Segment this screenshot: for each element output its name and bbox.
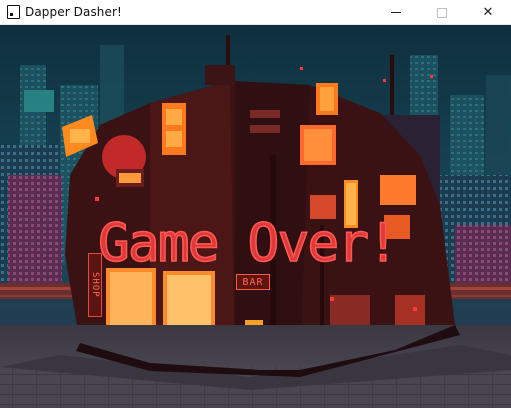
close-icon: ✕ [482,5,494,20]
close-button[interactable]: ✕ [465,0,511,25]
shop-sign-label: SHOP [90,272,100,298]
maximize-icon [437,7,447,18]
app-window-icon [7,5,20,19]
maximize-button[interactable] [419,0,465,25]
window-title: Dapper Dasher! [25,5,122,19]
bar-sign: BAR [236,274,270,290]
minimize-icon [391,12,401,13]
game-viewport[interactable]: BAR SHOP Game Over! [0,25,511,408]
minimize-button[interactable] [373,0,419,25]
window-titlebar[interactable]: Dapper Dasher! ✕ [0,0,511,25]
bar-sign-label: BAR [242,276,264,288]
game-over-text: Game Over! [97,213,400,274]
